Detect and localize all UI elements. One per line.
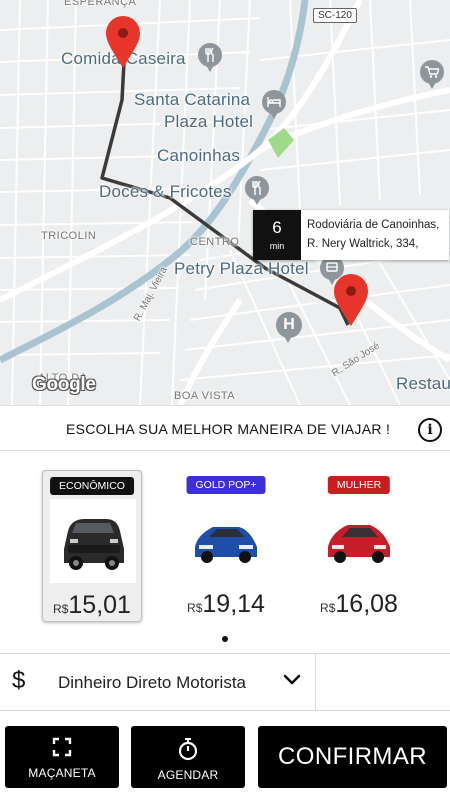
car-icon xyxy=(195,527,257,563)
cart-icon xyxy=(420,60,444,89)
origin-pin-icon xyxy=(106,16,140,68)
agendar-button[interactable]: AGENDAR xyxy=(131,726,245,788)
payment-divider xyxy=(315,654,316,712)
action-bar: MAÇANETA AGENDAR CONFIRMAR xyxy=(0,711,450,800)
timer-icon xyxy=(178,738,198,761)
category-price: R$19,14 xyxy=(176,590,276,619)
carousel-page-indicator xyxy=(222,636,228,642)
payment-method-label: Dinheiro Direto Motorista xyxy=(58,673,247,692)
price-value: 15,01 xyxy=(68,591,131,619)
restaurant-icon-2 xyxy=(245,176,269,205)
category-carousel[interactable]: ECONÔMICO R$15,01 GOLD POP+ R$19,14 MULH… xyxy=(0,452,450,652)
hotel-icon xyxy=(262,90,286,119)
car-icon xyxy=(64,519,124,570)
category-badge: ECONÔMICO xyxy=(50,477,134,495)
macaneta-label: MAÇANETA xyxy=(28,766,96,780)
destination-pin-icon xyxy=(334,274,368,326)
car-icon xyxy=(328,525,390,563)
confirm-button[interactable]: CONFIRMAR xyxy=(258,726,447,788)
map-label-petry-plaza: Petry Plaza Hotel xyxy=(174,259,309,278)
map-label-tricolin: TRICOLIN xyxy=(41,230,97,242)
macaneta-button[interactable]: MAÇANETA xyxy=(5,726,119,788)
hospital-icon: H xyxy=(276,312,302,343)
map-label-esperanca: ESPERANÇA xyxy=(64,0,137,8)
road-badge: SC-120 xyxy=(313,8,357,23)
chevron-down-icon[interactable] xyxy=(282,672,302,688)
currency: R$ xyxy=(187,601,203,615)
price-value: 19,14 xyxy=(202,590,265,618)
choose-title: ESCOLHA SUA MELHOR MANEIRA DE VIAJAR ! xyxy=(66,421,391,437)
map-view[interactable]: ESPERANÇA SC-120 Comida Caseira Santa Ca… xyxy=(0,0,450,405)
category-mulher[interactable]: MULHER R$16,08 xyxy=(309,470,409,622)
agendar-label: AGENDAR xyxy=(157,768,219,782)
choose-header: ESCOLHA SUA MELHOR MANEIRA DE VIAJAR ! i xyxy=(0,405,450,451)
confirm-label: CONFIRMAR xyxy=(278,743,427,770)
map-label-centro: CENTRO xyxy=(190,236,240,248)
fullscreen-icon xyxy=(52,737,72,757)
category-price: R$15,01 xyxy=(43,591,141,620)
price-value: 16,08 xyxy=(335,590,398,618)
google-logo: Google xyxy=(32,374,96,395)
eta-time: 6 min xyxy=(253,210,301,260)
currency: R$ xyxy=(53,602,69,616)
eta-address-line2: R. Nery Waltrick, 334, xyxy=(307,238,419,250)
car-image xyxy=(316,498,402,582)
map-label-boa-vista: BOA VISTA xyxy=(174,390,236,402)
dollar-icon: $ xyxy=(12,667,26,694)
currency: R$ xyxy=(320,601,336,615)
car-image xyxy=(183,498,269,582)
category-badge: MULHER xyxy=(327,476,391,494)
eta-address: Rodoviária de Canoinhas, R. Nery Waltric… xyxy=(301,210,449,260)
category-badge: GOLD POP+ xyxy=(186,476,266,494)
eta-address-line1: Rodoviária de Canoinhas, xyxy=(307,219,440,231)
map-label-santa-catarina: Santa Catarina xyxy=(134,90,251,109)
payment-selector[interactable]: $ Dinheiro Direto Motorista xyxy=(0,653,450,712)
map-label-restau: Restau xyxy=(396,374,450,393)
car-image xyxy=(50,499,136,583)
info-icon[interactable]: i xyxy=(418,418,442,442)
category-economico[interactable]: ECONÔMICO R$15,01 xyxy=(42,470,142,622)
map-label-plaza-hotel: Plaza Hotel xyxy=(164,112,254,131)
category-price: R$16,08 xyxy=(309,590,409,619)
category-gold-pop[interactable]: GOLD POP+ R$19,14 xyxy=(176,470,276,622)
eta-unit: min xyxy=(269,241,285,251)
restaurant-icon xyxy=(198,43,222,72)
eta-bubble: 6 min Rodoviária de Canoinhas, R. Nery W… xyxy=(253,210,449,260)
map-label-canoinhas: Canoinhas xyxy=(157,146,241,165)
map-label-doces-fricotes: Doces & Fricotes xyxy=(99,182,232,201)
eta-minutes: 6 xyxy=(272,218,282,237)
